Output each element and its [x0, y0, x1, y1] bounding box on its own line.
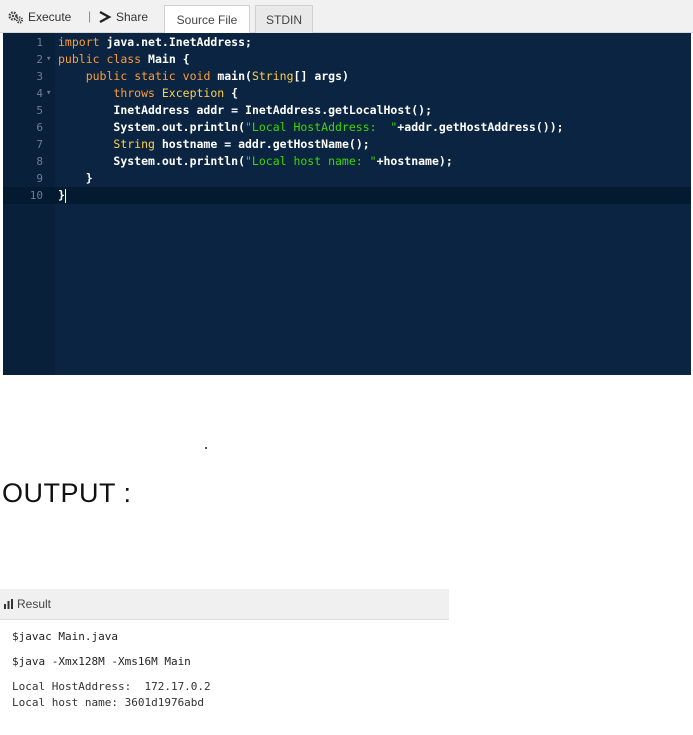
code-text: }: [58, 188, 66, 203]
code-line[interactable]: 9 }: [3, 170, 691, 187]
result-header-label: Result: [17, 597, 52, 611]
result-line: Local host name: 3601d1976abd: [12, 696, 205, 709]
editor-toolbar: Execute | Share Source File STDIN: [0, 0, 693, 34]
line-number: 1: [36, 36, 43, 49]
code-line[interactable]: 8 System.out.println("Local host name: "…: [3, 153, 691, 170]
toolbar-separator: |: [88, 9, 92, 23]
tab-stdin-label: STDIN: [266, 12, 302, 27]
result-line: $java -Xmx128M -Xms16M Main: [12, 655, 191, 668]
result-panel: Result $javac Main.java $java -Xmx128M -…: [0, 589, 449, 715]
execute-label: Execute: [28, 9, 72, 24]
gears-icon: [8, 10, 24, 24]
line-number: 6: [36, 121, 43, 134]
line-number: 7: [36, 138, 43, 151]
code-line[interactable]: 6 System.out.println("Local HostAddress:…: [3, 119, 691, 136]
code-text: System.out.println("Local HostAddress: "…: [113, 120, 564, 134]
line-number: 10: [29, 189, 43, 202]
stray-dot: [205, 447, 207, 449]
text-cursor: [64, 188, 66, 203]
tab-source-file-label: Source File: [176, 13, 238, 27]
code-editor[interactable]: 1 import java.net.InetAddress; 2 ▾ public cl…: [3, 33, 691, 375]
code-line[interactable]: 7 String hostname = addr.getHostName();: [3, 136, 691, 153]
code-line[interactable]: 4 ▾ throws Exception {: [3, 85, 691, 102]
code-text: System.out.println("Local host name: "+h…: [113, 154, 453, 168]
code-line[interactable]: 1 import java.net.InetAddress;: [3, 34, 691, 51]
result-line: Local HostAddress: 172.17.0.2: [12, 680, 211, 693]
code-line[interactable]: 2 ▾ public class Main {: [3, 51, 691, 68]
result-header: Result: [0, 589, 449, 620]
line-number: 8: [36, 155, 43, 168]
fold-toggle-icon[interactable]: ▾: [46, 85, 51, 102]
line-number: 5: [36, 104, 43, 117]
code-text: InetAddress addr = InetAddress.getLocalH…: [113, 103, 433, 117]
line-number: 9: [36, 172, 43, 185]
result-line: $javac Main.java: [12, 630, 118, 643]
fold-toggle-icon[interactable]: ▾: [46, 51, 51, 68]
line-number: 4: [36, 87, 43, 100]
share-label: Share: [116, 9, 149, 24]
share-button[interactable]: Share: [98, 0, 148, 33]
code-line[interactable]: 5 InetAddress addr = InetAddress.getLoca…: [3, 102, 691, 119]
tab-source-file[interactable]: Source File: [164, 5, 250, 34]
code-line[interactable]: 3 public static void main(String[] args): [3, 68, 691, 85]
code-text: String hostname = addr.getHostName();: [113, 137, 370, 151]
tab-stdin[interactable]: STDIN: [255, 5, 313, 33]
line-number: 3: [36, 70, 43, 83]
output-heading: OUTPUT :: [2, 478, 132, 508]
code-line[interactable]: 10}: [3, 187, 691, 204]
share-chevron-icon: [99, 10, 112, 23]
code-text: public class Main {: [58, 52, 190, 66]
code-text: import java.net.InetAddress;: [58, 35, 252, 49]
code-text: public static void main(String[] args): [85, 69, 349, 83]
code-text: }: [85, 171, 93, 185]
code-text: throws Exception {: [113, 86, 239, 100]
bar-chart-icon: [4, 598, 13, 609]
execute-button[interactable]: Execute: [8, 0, 71, 33]
line-number: 2: [36, 53, 43, 66]
